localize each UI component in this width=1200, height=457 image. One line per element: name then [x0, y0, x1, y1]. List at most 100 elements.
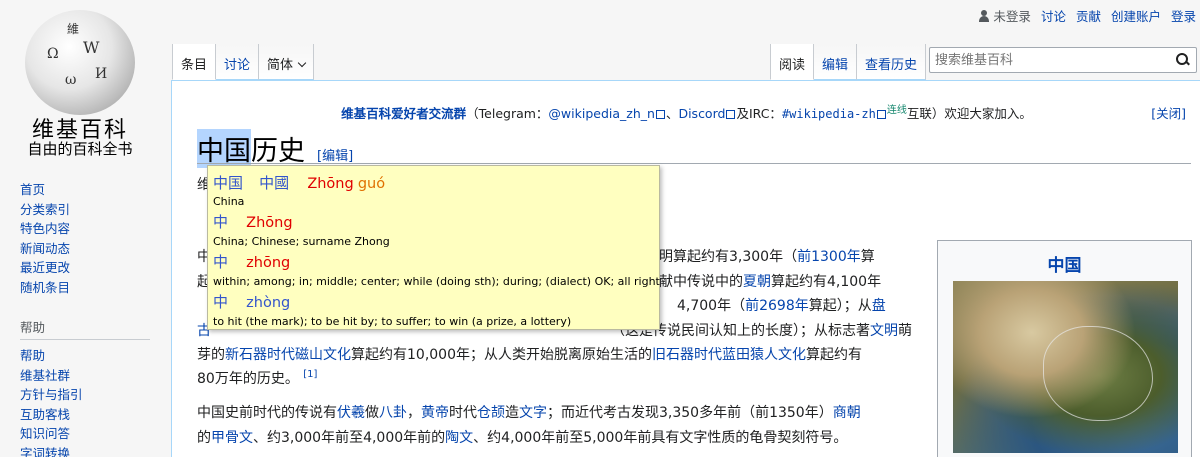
sidebar-item-community[interactable]: 维基社群	[20, 366, 170, 386]
link-2698bc[interactable]: 前2698年	[745, 298, 809, 314]
tab-article[interactable]: 条目	[172, 44, 217, 80]
link-1300bc[interactable]: 前1300年	[797, 249, 861, 265]
globe-glyph: W	[83, 38, 100, 57]
sidebar-item-conversion[interactable]: 字词转换	[20, 444, 170, 457]
sidebar-item-news[interactable]: 新闻动态	[20, 239, 170, 259]
namespace-tabs: 条目 讨论 简体	[172, 44, 315, 80]
telegram-link[interactable]: @wikipedia_zh_n	[548, 106, 655, 121]
link-pangu[interactable]: 盘	[872, 298, 886, 314]
globe-glyph: ω	[65, 72, 77, 88]
tab-edit[interactable]: 编辑	[814, 44, 858, 80]
body-text: 时代	[449, 405, 477, 421]
sidebar-item-policies[interactable]: 方针与指引	[20, 385, 170, 405]
globe-glyph: И	[95, 66, 108, 82]
sidebar-item-random[interactable]: 随机条目	[20, 278, 170, 298]
link-xia-dynasty[interactable]: 夏朝	[743, 274, 771, 290]
body-text: 做	[365, 405, 379, 421]
dictionary-popup: 中国 中國 Zhōng guó China 中 Zhōng China; Chi…	[207, 165, 660, 330]
sidebar-item-category-index[interactable]: 分类索引	[20, 200, 170, 220]
popup-entry: 中 zhòng	[213, 291, 290, 312]
reference-link[interactable]: [1]	[303, 369, 317, 380]
body-text: 算起约有4,100年	[771, 274, 882, 290]
login-link[interactable]: 登录	[1171, 6, 1196, 25]
sidebar-item-main-page[interactable]: 首页	[20, 180, 170, 200]
irc-link[interactable]: #wikipedia-zh	[782, 107, 876, 121]
title-divider	[197, 163, 1191, 164]
popup-definition: China	[213, 195, 245, 208]
not-logged-in: 未登录	[978, 6, 1031, 25]
link-pottery-script[interactable]: 陶文	[445, 430, 473, 446]
talk-link[interactable]: 讨论	[1041, 6, 1066, 25]
body-text: 造	[505, 405, 519, 421]
link-fuxi[interactable]: 伏羲	[337, 405, 365, 421]
popup-pinyin: zhōng	[246, 255, 291, 271]
external-link-icon	[726, 110, 736, 119]
body-line: 的甲骨文、约3,000年前至4,000年前的陶文、约4,000年前至5,000年…	[197, 426, 932, 451]
wikipedia-logo[interactable]: Ω W 維 И ω 维基百科 自由的百科全书	[0, 0, 160, 160]
search-icon[interactable]	[1176, 53, 1190, 67]
notice-text: 及IRC：	[736, 106, 782, 121]
sidebar-item-featured[interactable]: 特色内容	[20, 219, 170, 239]
link-bagua[interactable]: 八卦	[379, 405, 407, 421]
site-notice: 维基百科爱好者交流群（Telegram：@wikipedia_zh_n 、Disc…	[172, 103, 1200, 122]
popup-hanzi-traditional: 中國	[259, 174, 290, 192]
link-writing[interactable]: 文字	[519, 405, 547, 421]
body-line: 80万年的历史。 [1]	[197, 367, 932, 394]
globe-glyph: Ω	[47, 46, 59, 62]
notice-text: （Telegram：	[466, 106, 549, 121]
china-outline	[1043, 326, 1153, 421]
link-lantian-man[interactable]: 旧石器时代蓝田猿人文化	[652, 347, 806, 363]
satellite-map-image[interactable]	[953, 281, 1178, 453]
not-logged-in-label: 未登录	[993, 9, 1031, 24]
irc-connect-link[interactable]: 连线	[887, 105, 907, 116]
popup-definition: China; Chinese; surname Zhong	[213, 235, 390, 248]
body-text: 80万年的历史。	[197, 371, 299, 387]
popup-definition: within; among; in; middle; center; while…	[213, 275, 660, 288]
body-text: 的	[197, 430, 211, 446]
sidebar-item-help[interactable]: 帮助	[20, 346, 170, 366]
body-text: ；而近代考古发现3,350多年前（前1350年）	[547, 405, 833, 421]
body-text: 算	[860, 249, 875, 265]
link-civilization[interactable]: 文明	[870, 323, 898, 339]
popup-hanzi: 中国	[213, 174, 244, 192]
popup-pinyin: zhòng	[246, 295, 291, 311]
link-cishan-culture[interactable]: 新石器时代磁山文化	[225, 347, 351, 363]
variant-label: 简体	[267, 58, 294, 73]
link-shang-dynasty[interactable]: 商朝	[833, 405, 861, 421]
personal-tools: 未登录 讨论 贡献 创建账户 登录	[978, 6, 1196, 25]
infobox-title[interactable]: 中国	[938, 251, 1191, 276]
sidebar-item-recent-changes[interactable]: 最近更改	[20, 258, 170, 278]
logo-subtitle: 自由的百科全书	[27, 140, 133, 158]
notice-close-link[interactable]: [关闭]	[1151, 103, 1186, 122]
contributions-link[interactable]: 贡献	[1076, 6, 1101, 25]
sidebar-item-reference-desk[interactable]: 知识问答	[20, 424, 170, 444]
popup-pinyin: guó	[357, 176, 386, 192]
search-input[interactable]	[930, 48, 1166, 72]
popup-hanzi: 中	[213, 293, 229, 311]
search-box	[929, 47, 1197, 73]
globe-icon: Ω W 維 И ω	[25, 10, 135, 115]
link-cangjie[interactable]: 仓颉	[477, 405, 505, 421]
view-tabs: 阅读 编辑 查看历史	[770, 44, 927, 80]
create-account-link[interactable]: 创建账户	[1111, 6, 1161, 25]
body-text: 、约4,000年前至5,000年前具有文字性质的龟骨契刻符号。	[473, 430, 848, 446]
notice-group-link[interactable]: 维基百科爱好者交流群	[341, 106, 466, 121]
popup-entry: 中国 中國 Zhōng guó	[213, 172, 385, 193]
variant-dropdown[interactable]: 简体	[259, 44, 315, 80]
sidebar-heading-help: 帮助	[20, 317, 150, 340]
tab-history[interactable]: 查看历史	[857, 44, 927, 80]
sidebar-item-village-pump[interactable]: 互助客栈	[20, 405, 170, 425]
link-huangdi[interactable]: 黄帝	[421, 405, 449, 421]
popup-pinyin: Zhōng	[307, 176, 354, 192]
body-text: 明算起约有3,300年（	[659, 249, 798, 265]
notice-separator: 、	[665, 106, 679, 121]
body-line: 芽的新石器时代磁山文化算起约有10,000年；从人类开始脱离原始生活的旧石器时代…	[197, 343, 932, 368]
popup-entry: 中 zhōng	[213, 251, 290, 272]
title-edit-link[interactable]: [编辑]	[317, 145, 353, 164]
popup-hanzi: 中	[213, 253, 229, 271]
tab-read[interactable]: 阅读	[770, 44, 815, 80]
discord-link[interactable]: Discord	[678, 106, 725, 121]
tab-talk[interactable]: 讨论	[216, 44, 260, 80]
link-oracle-bone[interactable]: 甲骨文	[211, 430, 253, 446]
popup-definition: to hit (the mark); to be hit by; to suff…	[213, 315, 572, 328]
